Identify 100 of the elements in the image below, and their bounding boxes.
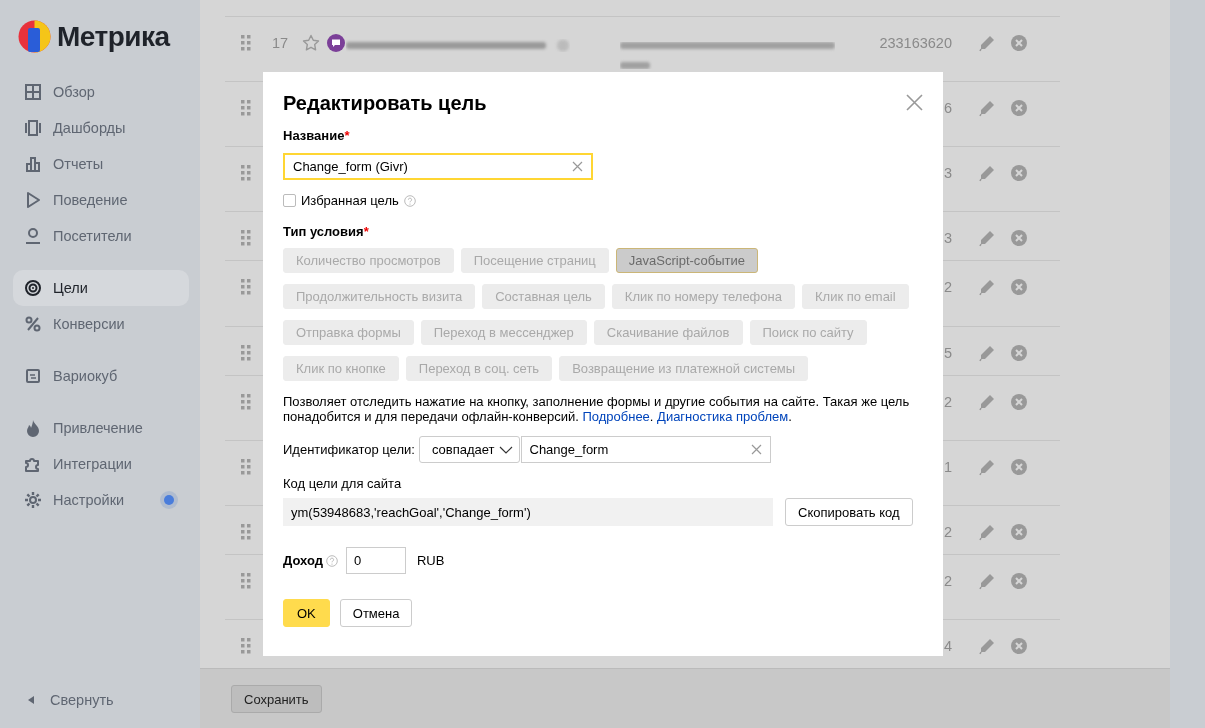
identifier-field[interactable]: Change_form: [520, 436, 771, 463]
bar-chart-icon: [24, 155, 42, 173]
delete-icon[interactable]: [1009, 572, 1028, 590]
condition-type-button[interactable]: Возвращение из платежной системы: [559, 356, 809, 381]
drag-handle-icon: [241, 524, 251, 540]
pencil-icon[interactable]: [978, 572, 996, 590]
pencil-icon[interactable]: [978, 164, 996, 182]
percent-icon: [24, 315, 42, 333]
condition-type-button[interactable]: Клик по email: [801, 284, 909, 309]
drag-handle-icon: [241, 345, 251, 361]
name-field[interactable]: Change_form (Givr): [283, 153, 593, 180]
checkbox[interactable]: [283, 194, 296, 207]
drag-handle-icon: [241, 459, 251, 475]
puzzle-icon: [24, 455, 42, 473]
nav-item[interactable]: Привлечение: [13, 410, 189, 446]
delete-icon[interactable]: [1009, 523, 1028, 541]
row-number: 17: [272, 35, 289, 51]
nav-item[interactable]: Посетители: [13, 218, 189, 254]
nav-item[interactable]: Цели: [13, 270, 189, 306]
pencil-icon[interactable]: [978, 34, 996, 52]
goal-id: 2: [943, 394, 952, 410]
help-link[interactable]: Подробнее: [582, 409, 650, 424]
nav-item[interactable]: Поведение: [13, 182, 189, 218]
field-label: Название*: [283, 128, 351, 143]
pencil-icon[interactable]: [978, 229, 996, 247]
goal-id: 1: [943, 459, 952, 475]
drag-handle-icon: [241, 279, 251, 295]
code-snippet: ym(53948683,'reachGoal','Change_form'): [283, 498, 773, 526]
collapse-button[interactable]: Свернуть: [13, 685, 189, 715]
condition-type-button[interactable]: Клик по номеру телефона: [611, 284, 795, 309]
logo-text: Метрика: [57, 20, 170, 53]
delete-icon[interactable]: [1009, 34, 1028, 52]
condition-type-button[interactable]: Отправка формы: [283, 320, 414, 345]
nav-item[interactable]: Конверсии: [13, 306, 189, 342]
goal-id: 3: [943, 165, 952, 181]
delete-icon[interactable]: [1009, 229, 1028, 247]
delete-icon[interactable]: [1009, 344, 1028, 362]
goal-id: 3: [943, 230, 952, 246]
condition-type-button[interactable]: Переход в мессенджер: [420, 320, 587, 345]
close-icon[interactable]: [906, 94, 923, 111]
pencil-icon[interactable]: [978, 344, 996, 362]
description-text: Позволяет отследить нажатие на кнопку, заполнение формы и другие события на сайте. Такая же цель понадобится и для передачи офлайн-конверсий. Подробнее. Диагностика проблем.: [283, 394, 911, 424]
nav-item[interactable]: Обзор: [13, 74, 189, 110]
gear-icon: [24, 491, 42, 509]
drag-handle-icon: [241, 573, 251, 589]
dashboard-icon: [24, 119, 42, 137]
nav-item[interactable]: Настройки: [13, 482, 189, 518]
ok-button[interactable]: OK: [283, 599, 330, 627]
delete-icon[interactable]: [1009, 164, 1028, 182]
pencil-icon[interactable]: [978, 278, 996, 296]
logo-icon: [18, 20, 51, 53]
condition-type-button[interactable]: JavaScript-событие: [615, 248, 758, 273]
goal-id: 5: [943, 345, 952, 361]
goal-id: 2: [943, 524, 952, 540]
condition-type-button[interactable]: Переход в соц. сеть: [405, 356, 553, 381]
nav-item[interactable]: Вариокуб: [13, 358, 189, 394]
cube-icon: [24, 367, 42, 385]
drag-handle-icon: [241, 100, 251, 116]
nav-item[interactable]: Интеграции: [13, 446, 189, 482]
copy-button[interactable]: Скопировать код: [785, 498, 913, 526]
chevron-down-icon: [498, 445, 513, 454]
drag-handle-icon: [241, 165, 251, 181]
pencil-icon[interactable]: [978, 523, 996, 541]
field-label: Код цели для сайта: [283, 476, 403, 491]
goal-id: 4: [943, 638, 952, 654]
delete-icon[interactable]: [1009, 458, 1028, 476]
condition-type-button[interactable]: Поиск по сайту: [749, 320, 867, 345]
condition-type-button[interactable]: Клик по кнопке: [283, 356, 399, 381]
condition-type-button[interactable]: Количество просмотров: [283, 248, 454, 273]
star-icon[interactable]: [302, 34, 320, 52]
condition-type-button[interactable]: Продолжительность визита: [283, 284, 476, 309]
drag-handle-icon: [241, 35, 251, 51]
cancel-button[interactable]: Отмена: [339, 599, 413, 627]
field-label: Тип условия*: [283, 224, 370, 239]
target-icon: [24, 279, 42, 297]
save-button[interactable]: Сохранить: [231, 685, 322, 713]
pencil-icon[interactable]: [978, 99, 996, 117]
pencil-icon[interactable]: [978, 393, 996, 411]
drag-handle-icon: [241, 230, 251, 246]
field-label: Доход: [283, 553, 323, 568]
person-icon: [24, 227, 42, 245]
goal-id: 2: [943, 573, 952, 589]
nav-item[interactable]: Дашборды: [13, 110, 189, 146]
revenue-field[interactable]: 0: [345, 547, 406, 574]
field-label: Идентификатор цели:: [283, 442, 415, 457]
pencil-icon[interactable]: [978, 458, 996, 476]
pencil-icon[interactable]: [978, 637, 996, 655]
help-icon: [403, 194, 416, 207]
play-icon: [24, 191, 42, 209]
condition-type-button[interactable]: Посещение страниц: [460, 248, 609, 273]
delete-icon[interactable]: [1009, 637, 1028, 655]
flame-icon: [24, 419, 42, 437]
condition-type-button[interactable]: Скачивание файлов: [593, 320, 743, 345]
delete-icon[interactable]: [1009, 393, 1028, 411]
condition-type-button[interactable]: Составная цель: [482, 284, 605, 309]
nav-item[interactable]: Отчеты: [13, 146, 189, 182]
delete-icon[interactable]: [1009, 99, 1028, 117]
match-dropdown[interactable]: совпадает: [418, 436, 520, 463]
drag-handle-icon: [241, 638, 251, 654]
delete-icon[interactable]: [1009, 278, 1028, 296]
